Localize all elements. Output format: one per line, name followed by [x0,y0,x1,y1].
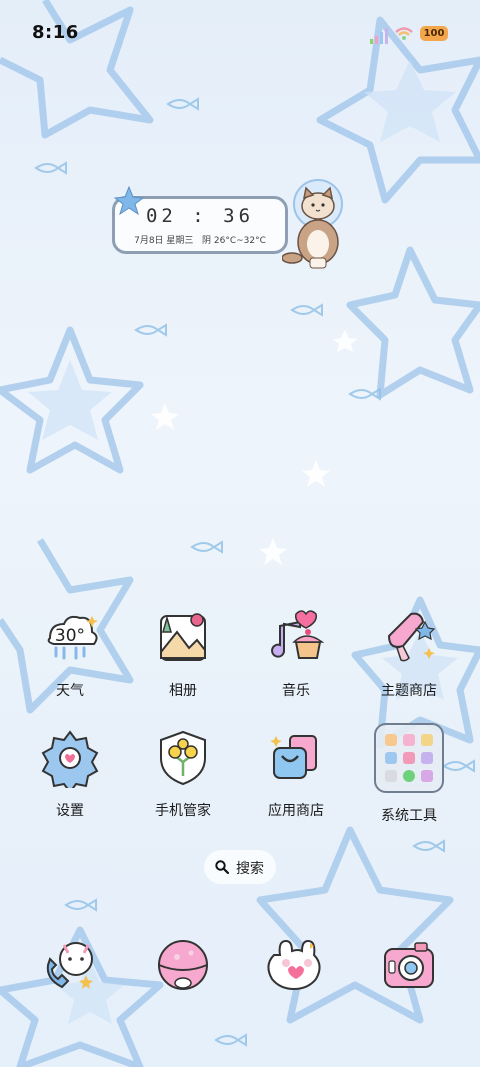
search-label: 搜索 [236,861,264,877]
app-label: 天气 [56,683,84,699]
weather-temp: 30° [55,626,85,646]
camera-icon [384,942,434,988]
app-label: 音乐 [282,683,310,699]
app-label: 设置 [56,803,84,819]
app-label: 应用商店 [268,803,324,819]
app-settings[interactable]: 设置 [20,728,120,820]
search-icon [215,860,229,874]
music-icon [271,610,325,659]
app-label: 系统工具 [381,808,437,824]
app-phone-manager[interactable]: 手机管家 [133,728,233,820]
app-gallery[interactable]: 相册 [133,608,233,700]
clock-date-weather: 7月8日 星期三 阴 26°C~32°C [134,236,266,246]
app-theme-store[interactable]: 主题商店 [359,608,459,700]
messages-icon [158,940,208,990]
app-system-tools-folder[interactable]: 系统工具 [359,723,459,825]
status-bar: 8:16 100 [0,0,480,64]
dock-phone[interactable] [20,935,120,995]
cat-astronaut-icon [282,179,343,269]
signal-icon [370,28,388,44]
status-time: 8:16 [32,22,79,43]
wifi-icon [395,27,413,40]
app-music[interactable]: 音乐 [246,608,346,700]
browser-icon [267,939,321,991]
search-button[interactable]: 搜索 [204,850,276,884]
app-label: 主题商店 [381,683,437,699]
weather-cloud-icon: 30° [47,615,98,660]
app-weather[interactable]: 30° 天气 [20,608,120,700]
theme-store-icon [387,612,436,662]
dock-messages[interactable] [133,935,233,995]
star-decoration-icon [114,186,144,216]
app-app-store[interactable]: 应用商店 [246,728,346,820]
phone-icon [46,942,93,989]
phone-manager-icon [160,730,206,786]
settings-gear-icon [41,730,99,788]
dock-browser[interactable] [246,935,346,995]
gallery-icon [160,613,206,661]
app-label: 手机管家 [155,803,211,819]
app-label: 相册 [169,683,197,699]
wallpaper [0,0,480,1067]
battery-indicator: 100 [420,26,448,41]
system-tools-folder-icon [374,723,444,793]
app-store-icon [270,735,317,779]
dock-camera[interactable] [359,935,459,995]
